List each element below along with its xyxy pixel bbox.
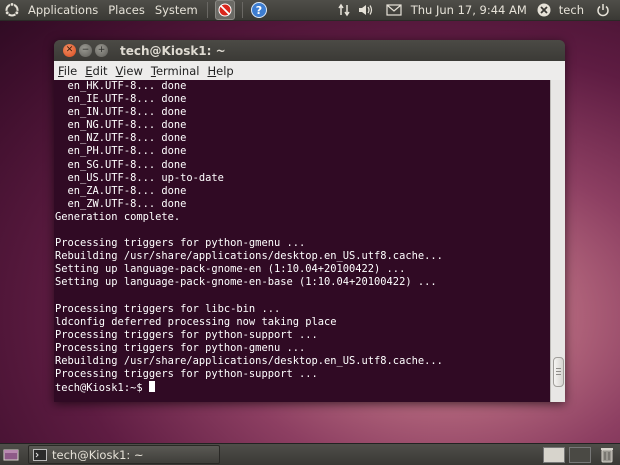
terminal-line: Processing triggers for python-support .… [55,368,318,381]
help-icon[interactable]: ? [250,1,268,19]
terminal-line: Generation complete. [55,210,181,223]
maximize-window-button[interactable]: + [95,44,108,57]
terminal-output[interactable]: en_HK.UTF-8... done en_IE.UTF-8... done … [54,80,551,402]
terminal-prompt-line[interactable]: tech@Kiosk1:~$ [54,381,551,394]
terminal-window: ✕ − + tech@Kiosk1: ~ File Edit View Term… [54,40,565,402]
menu-file[interactable]: File [54,64,81,78]
terminal-line: ldconfig deferred processing now taking … [55,315,337,328]
taskbar-item-terminal[interactable]: tech@Kiosk1: ~ [28,445,220,464]
terminal-line: en_HK.UTF-8... done [55,80,187,92]
terminal-line: en_NG.UTF-8... done [55,119,187,132]
no-entry-icon[interactable] [214,0,235,20]
network-icon[interactable] [335,1,353,19]
menu-help[interactable]: Help [203,64,237,78]
window-title: tech@Kiosk1: ~ [120,43,226,58]
panel-separator [206,2,208,18]
terminal-line: Processing triggers for python-support .… [55,328,318,341]
terminal-line: Rebuilding /usr/share/applications/deskt… [55,250,443,263]
svg-text:?: ? [256,4,262,17]
power-icon[interactable] [594,1,612,19]
mail-icon[interactable] [385,1,403,19]
terminal-line: Processing triggers for python-gmenu ... [55,341,306,354]
ubuntu-logo-icon[interactable] [4,1,20,19]
terminal-line: Setting up language-pack-gnome-en-base (… [55,276,437,289]
terminal-icon [33,448,47,461]
terminal-line: en_ZA.UTF-8... done [55,184,187,197]
minimize-window-button[interactable]: − [79,44,92,57]
terminal-line: Setting up language-pack-gnome-en (1:10.… [55,263,406,276]
terminal-line: Processing triggers for libc-bin ... [55,302,281,315]
workspace-1[interactable] [543,446,565,463]
terminal-line: Processing triggers for python-gmenu ... [55,237,306,250]
system-menu[interactable]: System [150,3,203,17]
terminal-line: en_IE.UTF-8... done [55,93,187,106]
applications-menu[interactable]: Applications [23,3,103,17]
show-desktop-icon[interactable] [3,446,19,464]
panel-separator [241,2,243,18]
taskbar-item-label: tech@Kiosk1: ~ [52,447,144,462]
menu-view[interactable]: View [112,64,147,78]
terminal-menubar: File Edit View Terminal Help [54,61,565,81]
terminal-prompt: tech@Kiosk1:~$ [55,382,149,395]
workspace-2[interactable] [569,446,591,463]
terminal-line: en_SG.UTF-8... done [55,158,187,171]
close-window-button[interactable]: ✕ [63,44,76,57]
terminal-cursor [148,381,155,393]
window-titlebar[interactable]: ✕ − + tech@Kiosk1: ~ [54,40,565,61]
terminal-line: en_US.UTF-8... up-to-date [55,171,224,184]
menu-terminal[interactable]: Terminal [147,64,204,78]
system-tray: Thu Jun 17, 9:44 AM tech [333,0,620,20]
scrollbar-thumb[interactable] [553,357,564,387]
volume-icon[interactable] [357,1,375,19]
terminal-line: en_IN.UTF-8... done [55,106,187,119]
terminal-line: Rebuilding /usr/share/applications/deskt… [55,354,443,367]
terminal-line: en_ZW.UTF-8... done [55,197,187,210]
terminal-line: en_PH.UTF-8... done [55,145,187,158]
places-menu[interactable]: Places [103,3,150,17]
user-icon[interactable] [535,1,553,19]
menu-edit[interactable]: Edit [81,64,111,78]
terminal-line: en_NZ.UTF-8... done [55,132,187,145]
terminal-scrollbar[interactable] [550,80,565,402]
clock[interactable]: Thu Jun 17, 9:44 AM [405,3,533,17]
bottom-panel: tech@Kiosk1: ~ [0,443,620,465]
user-name[interactable]: tech [555,3,588,17]
top-panel: Applications Places System ? Thu Jun 17,… [0,0,620,21]
trash-icon[interactable] [598,446,616,464]
